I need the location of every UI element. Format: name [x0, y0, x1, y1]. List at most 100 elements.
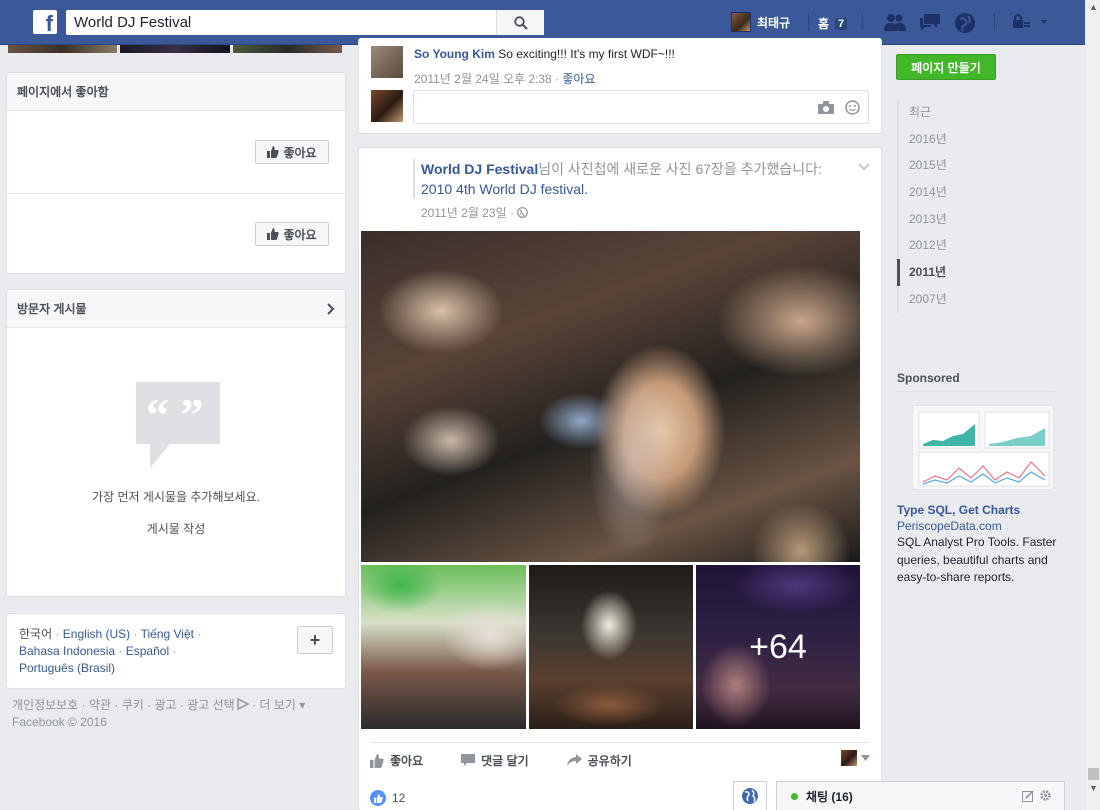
emoji-icon[interactable] — [845, 100, 860, 115]
year-item-2007[interactable]: 2007년 — [899, 286, 965, 313]
user-name: 최태규 — [757, 15, 791, 30]
photo-highlight — [361, 231, 860, 562]
footer-link-terms[interactable]: 약관 — [89, 698, 111, 712]
gear-icon[interactable] — [1039, 789, 1052, 802]
comment-meta: 2011년 2월 24일 오후 2:38 · 좋아요 — [414, 72, 596, 86]
compose-message-icon[interactable] — [1022, 790, 1034, 802]
liked-page-row: 좋아요 — [7, 194, 345, 276]
comment-like-link[interactable]: 좋아요 — [562, 72, 595, 86]
chevron-down-icon[interactable] — [858, 163, 870, 171]
visitor-posts-header[interactable]: 방문자 게시물 — [7, 290, 345, 328]
liked-pages-header: 페이지에서 좋아함 — [7, 73, 345, 111]
scroll-down-arrow-icon[interactable]: ▼ — [1086, 781, 1100, 796]
comment-text: So exciting!!! It's my first WDF~!!! — [498, 47, 675, 61]
language-option[interactable]: Tiếng Việt — [141, 627, 194, 641]
search-icon — [513, 15, 528, 30]
scroll-thumb[interactable] — [1088, 768, 1099, 780]
like-label: 좋아요 — [283, 227, 317, 242]
comment-label: 댓글 달기 — [481, 754, 529, 768]
home-link[interactable]: 홈 7 — [818, 15, 848, 32]
language-card: 한국어 · English (US) · Tiếng Việt · Bahasa… — [6, 613, 346, 689]
year-item-2011[interactable]: 2011년 — [897, 259, 965, 286]
post-main-photo[interactable] — [361, 231, 860, 562]
language-option[interactable]: Español — [126, 644, 169, 658]
post-as-selector[interactable] — [841, 750, 870, 766]
footer-link-privacy[interactable]: 개인정보보호 — [12, 698, 78, 712]
year-item-2012[interactable]: 2012년 — [899, 232, 965, 259]
ad-body: SQL Analyst Pro Tools. Faster queries, b… — [897, 535, 1057, 584]
svg-text:“ ”: “ ” — [146, 389, 204, 440]
year-item-2016[interactable]: 2016년 — [899, 126, 965, 153]
friend-requests-icon[interactable] — [883, 12, 906, 32]
create-page-button[interactable]: 페이지 만들기 — [896, 54, 996, 80]
online-status-dot — [791, 792, 798, 800]
ad-title[interactable]: Type SQL, Get Charts — [897, 503, 1020, 517]
messages-icon[interactable] — [918, 12, 940, 32]
post-page-name[interactable]: World DJ Festival — [421, 161, 538, 177]
divider — [862, 14, 863, 31]
footer-link-more[interactable]: 더 보기 — [259, 698, 295, 712]
like-page-button[interactable]: 좋아요 — [255, 222, 329, 246]
avatar — [841, 750, 857, 766]
year-item-2015[interactable]: 2015년 — [899, 152, 965, 179]
profile-link[interactable]: 최태규 — [731, 12, 790, 32]
comment-timestamp[interactable]: 2011년 2월 24일 오후 2:38 — [414, 72, 552, 86]
globe-icon — [742, 788, 758, 804]
comment-button[interactable]: 댓글 달기 — [461, 752, 529, 769]
language-option[interactable]: 한국어 — [19, 627, 52, 641]
privacy-lock-icon[interactable] — [1012, 12, 1052, 32]
notifications-icon[interactable] — [954, 12, 976, 33]
more-photos-count[interactable]: +64 — [696, 565, 860, 729]
ad-domain[interactable]: PeriscopeData.com — [897, 519, 1002, 533]
cover-photo-strip — [8, 45, 342, 53]
write-post-link[interactable]: 게시물 작성 — [7, 520, 345, 537]
like-post-label: 좋아요 — [390, 754, 424, 768]
scroll-up-arrow-icon[interactable]: ▲ — [1086, 0, 1100, 15]
photo-thumbnail[interactable] — [232, 45, 342, 53]
language-globe-button[interactable] — [733, 781, 767, 810]
share-button[interactable]: 공유하기 — [566, 752, 632, 769]
footer-link-ads[interactable]: 광고 — [154, 698, 176, 712]
photo-thumbnail[interactable] — [120, 45, 230, 53]
ad-choices-icon[interactable] — [236, 697, 250, 711]
photo-thumbnail[interactable] — [8, 45, 118, 53]
facebook-logo-icon[interactable]: f — [33, 10, 57, 34]
chat-sidebar-bar[interactable]: 채팅 (16) — [776, 781, 1065, 810]
ad-image[interactable] — [912, 405, 1054, 490]
commenter-avatar[interactable] — [371, 46, 403, 78]
year-item-2014[interactable]: 2014년 — [899, 179, 965, 206]
visitor-posts-card: 방문자 게시물 “ ” 가장 먼저 게시물을 추가해보세요. 게시물 작성 — [6, 289, 346, 597]
language-option[interactable]: Bahasa Indonesia — [19, 644, 115, 658]
commenter-name[interactable]: So Young Kim — [414, 47, 495, 61]
add-language-button[interactable]: + — [297, 626, 333, 654]
footer-link-ad-choices[interactable]: 광고 선택 — [187, 698, 235, 712]
year-item-2013[interactable]: 2013년 — [899, 206, 965, 233]
search-button[interactable] — [496, 10, 544, 35]
like-page-button[interactable]: 좋아요 — [255, 140, 329, 164]
post-photo-thumbnail[interactable] — [361, 565, 526, 729]
public-globe-icon[interactable] — [517, 207, 529, 218]
language-option[interactable]: English (US) — [63, 627, 130, 641]
camera-icon[interactable] — [818, 101, 834, 114]
post-photo-thumbnail[interactable]: +64 — [696, 565, 860, 729]
share-label: 공유하기 — [587, 754, 632, 768]
share-arrow-icon — [566, 754, 582, 766]
footer-link-cookies[interactable]: 쿠키 — [122, 698, 144, 712]
comment-input[interactable] — [413, 90, 869, 124]
year-item-recent[interactable]: 최근 — [899, 99, 965, 126]
year-timeline-nav: 최근 2016년 2015년 2014년 2013년 2012년 2011년 2… — [897, 99, 965, 313]
copyright-text: Facebook © 2016 — [12, 715, 107, 729]
search-input[interactable] — [66, 10, 496, 35]
post-date[interactable]: 2011년 2월 23일 — [421, 206, 507, 220]
album-link[interactable]: 2010 4th World DJ festival. — [421, 181, 588, 197]
comment: So Young Kim So exciting!!! It's my firs… — [414, 47, 675, 61]
footer-links: 개인정보보호 · 약관 · 쿠키 · 광고 · 광고 선택 · 더 보기 ▾ F… — [12, 697, 306, 729]
visitor-posts-empty-text: 가장 먼저 게시물을 추가해보세요. — [92, 490, 260, 504]
post-photo-thumbnail[interactable] — [529, 565, 693, 729]
like-count-row[interactable]: 12 — [370, 790, 405, 806]
like-label: 좋아요 — [283, 145, 317, 160]
like-post-button[interactable]: 좋아요 — [370, 752, 423, 769]
language-option[interactable]: Português (Brasil) — [19, 661, 115, 675]
page-scrollbar[interactable]: ▲ ▼ — [1085, 0, 1100, 810]
thumbs-up-icon — [267, 146, 280, 158]
